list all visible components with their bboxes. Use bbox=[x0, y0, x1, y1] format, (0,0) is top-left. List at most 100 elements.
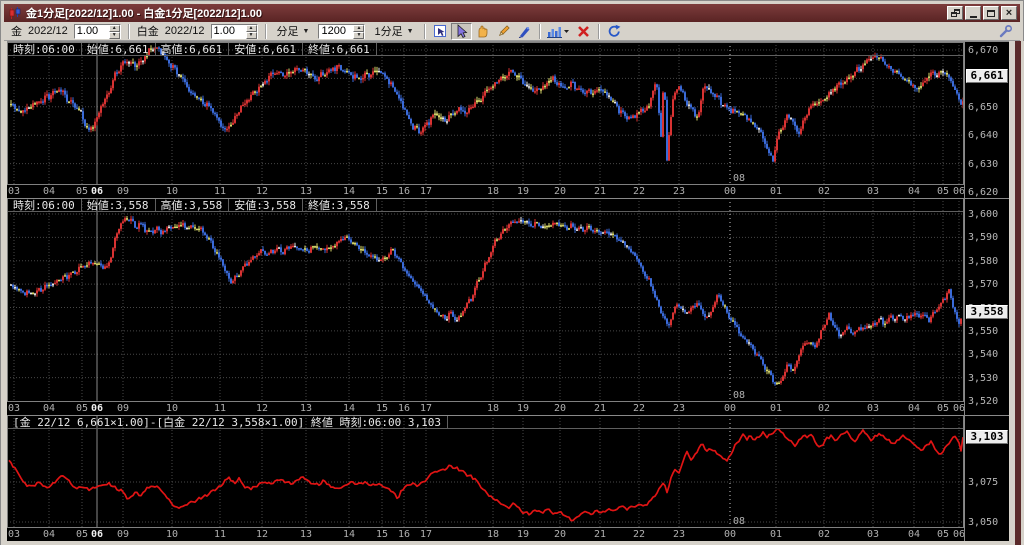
svg-text:03: 03 bbox=[8, 186, 20, 197]
panel-divider bbox=[7, 41, 1009, 42]
svg-text:04: 04 bbox=[43, 186, 55, 197]
close-button[interactable]: × bbox=[1001, 6, 1017, 20]
hand-button[interactable] bbox=[472, 23, 493, 40]
svg-text:12: 12 bbox=[256, 529, 268, 540]
pencil-button[interactable] bbox=[493, 23, 514, 40]
svg-text:02: 02 bbox=[818, 529, 830, 540]
svg-text:01: 01 bbox=[770, 403, 782, 414]
last-price-label: 6,661 bbox=[966, 69, 1008, 83]
interval-value: 1分足 bbox=[374, 23, 402, 39]
svg-text:00: 00 bbox=[724, 529, 736, 540]
svg-text:05: 05 bbox=[76, 529, 88, 540]
minimize-button[interactable] bbox=[965, 6, 981, 20]
chart-plots[interactable]: 0304050609101112131415161718192021222300… bbox=[1, 41, 1009, 545]
svg-text:04: 04 bbox=[908, 403, 920, 414]
svg-text:15: 15 bbox=[376, 186, 388, 197]
platinum-multiplier-input[interactable] bbox=[212, 25, 246, 38]
svg-text:10: 10 bbox=[166, 186, 178, 197]
platinum-multiplier-spinner[interactable]: ▲▼ bbox=[211, 24, 258, 39]
svg-text:03: 03 bbox=[8, 403, 20, 414]
bar-chart-button[interactable] bbox=[545, 23, 573, 40]
svg-text:18: 18 bbox=[487, 186, 499, 197]
svg-text:21: 21 bbox=[594, 403, 606, 414]
svg-text:03: 03 bbox=[867, 403, 879, 414]
svg-text:08: 08 bbox=[733, 390, 745, 401]
settings-button[interactable] bbox=[995, 23, 1016, 40]
svg-text:20: 20 bbox=[554, 403, 566, 414]
bar-count-input[interactable] bbox=[319, 25, 353, 38]
bar-chart-icon bbox=[547, 24, 571, 39]
svg-text:19: 19 bbox=[517, 529, 529, 540]
svg-text:23: 23 bbox=[673, 529, 685, 540]
spinner-up-icon[interactable]: ▲ bbox=[353, 25, 364, 32]
svg-text:20: 20 bbox=[554, 186, 566, 197]
svg-text:23: 23 bbox=[673, 186, 685, 197]
gold-multiplier-input[interactable] bbox=[75, 25, 109, 38]
last-price-label: 3,103 bbox=[966, 430, 1008, 444]
period-type-dropdown[interactable]: 分足 ▼ bbox=[273, 23, 314, 39]
y-axis-tick-label: 6,620 bbox=[968, 187, 998, 198]
svg-text:05: 05 bbox=[937, 186, 949, 197]
price-axis-strip[interactable]: 6,6706,6606,6506,6406,6306,6206,6613,600… bbox=[964, 42, 1009, 542]
svg-text:14: 14 bbox=[343, 186, 355, 197]
svg-text:08: 08 bbox=[733, 173, 745, 184]
chart-select-button[interactable] bbox=[430, 23, 451, 40]
svg-text:03: 03 bbox=[867, 186, 879, 197]
svg-text:05: 05 bbox=[76, 403, 88, 414]
y-axis-tick-label: 3,580 bbox=[968, 256, 998, 267]
svg-text:16: 16 bbox=[398, 186, 410, 197]
pencil-icon bbox=[496, 24, 511, 39]
maximize-button[interactable] bbox=[983, 6, 999, 20]
svg-text:09: 09 bbox=[117, 403, 129, 414]
svg-text:05: 05 bbox=[76, 186, 88, 197]
svg-text:22: 22 bbox=[633, 186, 645, 197]
svg-text:15: 15 bbox=[376, 403, 388, 414]
wrench-icon bbox=[998, 24, 1013, 39]
svg-text:16: 16 bbox=[398, 403, 410, 414]
gold-contract-month: 2022/12 bbox=[28, 25, 68, 37]
pen-button[interactable] bbox=[514, 23, 535, 40]
y-axis-tick-label: 6,650 bbox=[968, 102, 998, 113]
svg-text:19: 19 bbox=[517, 403, 529, 414]
spinner-down-icon[interactable]: ▼ bbox=[246, 32, 257, 39]
spinner-up-icon[interactable]: ▲ bbox=[246, 25, 257, 32]
svg-text:09: 09 bbox=[117, 186, 129, 197]
svg-text:19: 19 bbox=[517, 186, 529, 197]
y-axis-tick-label: 6,670 bbox=[968, 45, 998, 56]
spinner-up-icon[interactable]: ▲ bbox=[109, 25, 120, 32]
svg-text:11: 11 bbox=[214, 403, 226, 414]
svg-text:13: 13 bbox=[300, 186, 312, 197]
chart-application-window: 金1分足[2022/12]1.00 - 白金1分足[2022/12]1.00 ×… bbox=[0, 0, 1024, 545]
refresh-button[interactable] bbox=[604, 23, 625, 40]
panel-divider bbox=[7, 415, 1009, 416]
chevron-down-icon: ▼ bbox=[303, 28, 310, 35]
panel-divider bbox=[7, 198, 1009, 199]
pen-icon bbox=[517, 24, 532, 39]
bar-count-spinner[interactable]: ▲▼ bbox=[318, 24, 365, 39]
toolbar-separator bbox=[598, 24, 600, 39]
restore-button[interactable] bbox=[947, 6, 963, 20]
svg-text:20: 20 bbox=[554, 529, 566, 540]
svg-text:21: 21 bbox=[594, 186, 606, 197]
spinner-down-icon[interactable]: ▼ bbox=[109, 32, 120, 39]
svg-text:06: 06 bbox=[91, 186, 103, 197]
y-axis-tick-label: 3,570 bbox=[968, 279, 998, 290]
spinner-down-icon[interactable]: ▼ bbox=[353, 32, 364, 39]
title-bar[interactable]: 金1分足[2022/12]1.00 - 白金1分足[2022/12]1.00 × bbox=[4, 4, 1020, 22]
interval-dropdown[interactable]: 1分足 ▼ bbox=[370, 23, 417, 39]
svg-text:11: 11 bbox=[214, 529, 226, 540]
svg-text:13: 13 bbox=[300, 403, 312, 414]
svg-text:04: 04 bbox=[908, 186, 920, 197]
toolbar-separator bbox=[539, 24, 541, 39]
svg-text:03: 03 bbox=[8, 529, 20, 540]
cursor-button[interactable] bbox=[451, 23, 472, 40]
chart-select-icon bbox=[433, 24, 448, 39]
refresh-icon bbox=[607, 24, 622, 39]
svg-text:14: 14 bbox=[343, 403, 355, 414]
delete-drawing-button[interactable] bbox=[573, 23, 594, 40]
svg-text:01: 01 bbox=[770, 186, 782, 197]
chart-region: 0304050609101112131415161718192021222300… bbox=[1, 41, 1024, 545]
restore-icon bbox=[951, 9, 960, 17]
svg-text:15: 15 bbox=[376, 529, 388, 540]
gold-multiplier-spinner[interactable]: ▲▼ bbox=[74, 24, 121, 39]
